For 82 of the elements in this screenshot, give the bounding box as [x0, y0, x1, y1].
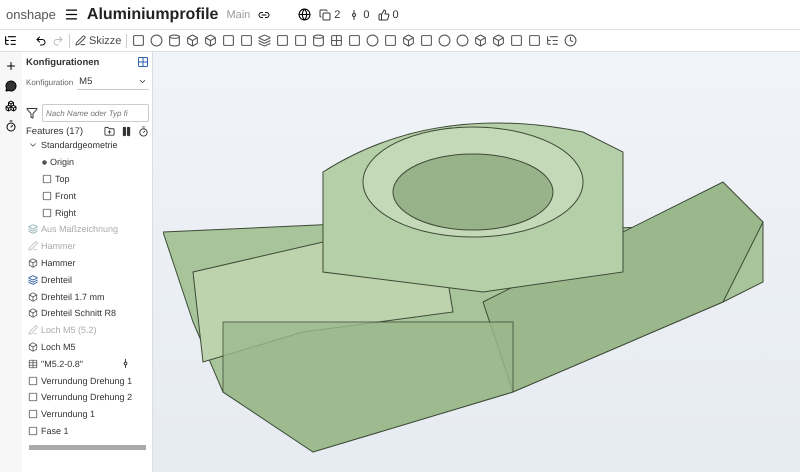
chevron-icon [138, 77, 147, 86]
toolbar-tool-icon[interactable] [150, 34, 164, 47]
toolbar-tool-icon[interactable] [474, 34, 488, 47]
toolbar-tool-icon[interactable] [492, 34, 506, 47]
filter-field[interactable]: Nach Name oder Typ fi [42, 104, 149, 122]
toolbar-tool-icon[interactable] [204, 34, 218, 47]
feature-item[interactable]: Drehteil Schnitt R8 [26, 304, 149, 322]
boxes-icon[interactable] [5, 100, 17, 112]
branch-label: Main [226, 8, 250, 20]
toolbar-tool-icon[interactable] [564, 34, 578, 47]
toolbar-tool-icon[interactable] [330, 34, 344, 47]
toolbar-tool-icon[interactable] [420, 34, 434, 47]
feature-item[interactable]: Drehteil 1.7 mm [26, 288, 149, 305]
feature-item[interactable]: Standardgeometrie [26, 137, 149, 154]
origin-icon [42, 160, 47, 165]
toolbar-tool-icon[interactable] [258, 34, 272, 47]
feature-item[interactable]: Top [26, 170, 149, 188]
toolbar-tool-icon[interactable] [456, 34, 470, 47]
toolbar-tool-icon[interactable] [222, 34, 236, 47]
menu-icon[interactable] [64, 7, 79, 22]
toolbar-tool-icon[interactable] [312, 34, 326, 47]
feature-list-icon[interactable] [4, 34, 17, 47]
toolbar-tool-icon[interactable] [186, 34, 200, 47]
logo[interactable]: onshape [6, 7, 56, 22]
toolbar-tool-icon[interactable] [402, 34, 416, 47]
pencil-icon [75, 35, 86, 46]
sketch-button[interactable]: Skizze [75, 34, 122, 46]
feature-item[interactable]: Origin [26, 154, 149, 171]
toolbar-tool-icon[interactable] [438, 34, 452, 47]
feature-item[interactable]: Right [26, 204, 149, 221]
counter[interactable]: 0 [378, 8, 399, 20]
toolbar-tool-icon[interactable] [240, 34, 254, 47]
panel-title: Konfigurationen [26, 56, 100, 68]
plane-icon [42, 208, 52, 218]
extrude-icon [28, 342, 38, 352]
pencil-icon [28, 241, 38, 252]
scrollbar[interactable] [29, 445, 146, 450]
configuration-dropdown[interactable]: M5 [77, 74, 149, 90]
counter[interactable]: 0 [348, 8, 370, 20]
derived-icon [28, 224, 38, 234]
feature-item[interactable]: Fase 1 [26, 422, 149, 440]
extrude-icon [28, 292, 38, 302]
filter-icon[interactable] [26, 107, 38, 119]
timer-icon[interactable] [5, 120, 17, 132]
table-icon[interactable] [137, 56, 149, 68]
toolbar-tool-icon[interactable] [168, 34, 182, 47]
toolbar-tool-icon[interactable] [132, 34, 146, 47]
comment-icon[interactable] [5, 80, 17, 92]
feature-item[interactable]: Verrundung Drehung 2 [26, 388, 149, 406]
features-title: Features (17) [26, 126, 84, 137]
pencil-icon [28, 325, 38, 336]
toolbar-tool-icon[interactable] [384, 34, 398, 47]
copies-icon [319, 8, 332, 20]
counter[interactable]: 2 [319, 8, 340, 20]
toolbar-tool-icon[interactable] [366, 34, 380, 47]
likes-icon [378, 8, 390, 20]
feature-item[interactable]: Loch M5 [26, 338, 149, 356]
feature-item[interactable]: Hammer [26, 254, 149, 272]
globe-icon[interactable] [298, 8, 312, 21]
feature-item[interactable]: "M5.2-0.8" [26, 355, 149, 372]
extrude-icon [28, 258, 38, 268]
feature-item[interactable]: Verrundung 1 [26, 406, 149, 423]
extrude-icon [28, 308, 38, 318]
plane-icon [42, 174, 52, 184]
toolbar-tool-icon[interactable] [510, 34, 524, 47]
field-label: Konfiguration [26, 78, 74, 86]
derived-icon [28, 274, 38, 285]
undo-icon[interactable] [35, 34, 47, 46]
timer-icon[interactable] [138, 126, 149, 137]
add-icon[interactable] [5, 60, 17, 72]
pause-icon[interactable] [121, 126, 132, 137]
feature-item[interactable]: Verrundung Drehung 1 [26, 372, 149, 389]
toolbar-tool-icon[interactable] [348, 34, 362, 47]
toolbar-tool-icon[interactable] [276, 34, 290, 47]
feature-item[interactable]: Front [26, 187, 149, 204]
toolbar-tool-icon[interactable] [294, 34, 308, 47]
document-title: Aluminiumprofile [86, 6, 218, 24]
toolbar-tool-icon[interactable] [546, 34, 560, 47]
folder-add-icon[interactable] [104, 126, 115, 137]
toolbar-tool-icon[interactable] [528, 34, 542, 47]
plane-icon [42, 190, 52, 201]
feature-item[interactable]: Drehteil [26, 271, 149, 288]
